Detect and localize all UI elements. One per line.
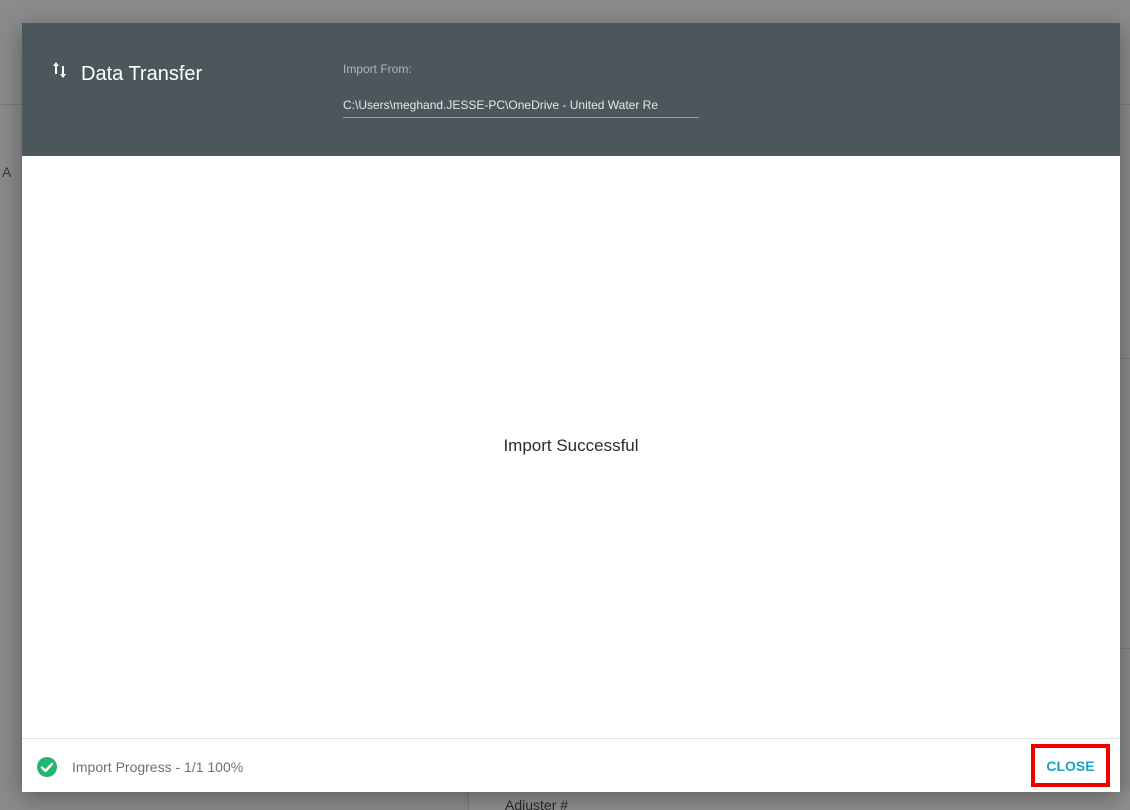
import-from-label: Import From: xyxy=(343,62,412,76)
background-divider xyxy=(0,104,24,105)
dialog-footer: Import Progress - 1/1 100% CLOSE xyxy=(22,738,1120,792)
dialog-body: Import Successful xyxy=(22,156,1120,738)
import-progress-text: Import Progress - 1/1 100% xyxy=(72,759,244,775)
dialog-title: Data Transfer xyxy=(81,63,203,85)
import-status-message: Import Successful xyxy=(503,436,639,455)
swap-vertical-icon xyxy=(52,59,68,81)
background-label-fragment: A xyxy=(2,164,12,180)
import-from-field[interactable]: C:\Users\meghand.JESSE-PC\OneDrive - Uni… xyxy=(343,97,699,118)
import-from-path: C:\Users\meghand.JESSE-PC\OneDrive - Uni… xyxy=(343,98,658,112)
background-field-label: Adjuster # xyxy=(505,797,569,810)
dialog-header: Data Transfer Import From: C:\Users\megh… xyxy=(22,23,1120,156)
check-circle-icon xyxy=(36,756,58,778)
close-button[interactable]: CLOSE xyxy=(1031,744,1110,787)
data-transfer-dialog: Data Transfer Import From: C:\Users\megh… xyxy=(22,23,1120,792)
